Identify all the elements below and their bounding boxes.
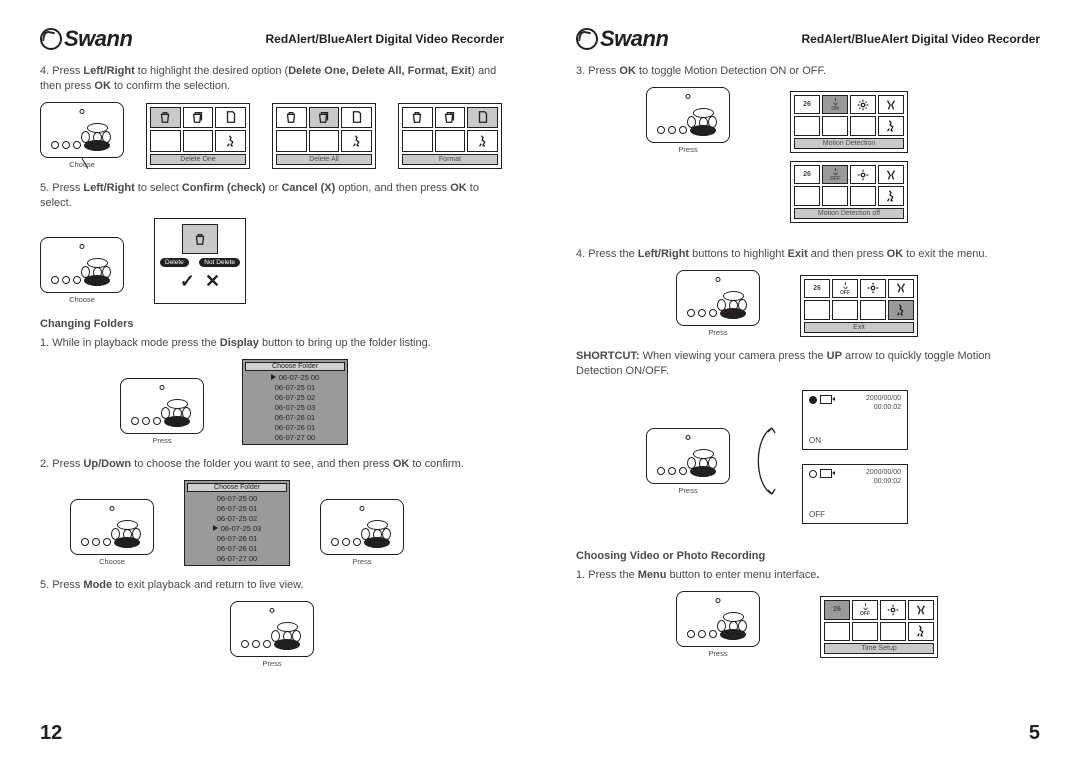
swann-swirl-icon [40,28,62,50]
r-shortcut: SHORTCUT: When viewing your camera press… [576,349,1040,379]
step-5-text: 5. Press Left/Right to select Confirm (c… [40,181,504,211]
menu-bar-label: Delete One [150,154,246,165]
menu-time-setup: 26 OFF Time Setup [820,596,938,658]
sd-card-icon [215,107,246,129]
remote-choose-2: Choose [40,237,124,304]
date-26-badge: 26 [794,95,820,115]
heading-choosing-recording: Choosing Video or Photo Recording [576,550,1040,562]
page-number-left: 12 [40,722,62,745]
figure-row-delete-menus: Choose Delete One Delete All Format [40,102,504,169]
menu-exit: 26 OFF Exit [800,275,918,337]
motion-on-icon: ON [822,95,848,115]
x-icon: ✕ [205,271,220,292]
exit-run-icon [878,116,904,136]
camera-icon [820,395,832,404]
menu-motion-off: 26 OFF Motion Detection off [790,161,908,223]
menu-format: Format [398,103,502,169]
remote-press-r3: Press [646,428,730,495]
cf-step2: 2. Press Up/Down to choose the folder yo… [40,457,504,472]
not-delete-pill: Not Delete [199,258,240,267]
trash-icon [182,224,218,254]
c-step1: 1. Press the Menu button to enter menu i… [576,568,1040,583]
remote-press-r1: Press [646,87,730,154]
cf-step1: 1. While in playback mode press the Disp… [40,336,504,351]
check-icon: ✓ [180,271,195,292]
remote-caption: Choose [40,160,124,169]
delete-pill: Delete [160,258,189,267]
document-title: RedAlert/BlueAlert Digital Video Recorde… [266,32,505,46]
exit-run-icon [215,130,246,152]
brand-text: Swann [64,26,132,52]
live-on-label: ON [809,436,821,445]
live-view-on: 2000/00/0000:00:02 ON [802,390,908,450]
folder-list-2: Choose Folder 06-07-25 00 06-07-25 01 06… [184,480,290,566]
remote-press-3: Press [230,601,314,668]
record-dot-off-icon [809,470,817,478]
live-off-label: OFF [809,510,825,519]
pointer-icon [271,374,276,380]
remote-press-2: Press [320,499,404,566]
menu-delete-all: Delete All [272,103,376,169]
step-4-text: 4. Press Left/Right to highlight the des… [40,64,504,94]
cf-step3: 5. Press Mode to exit playback and retur… [40,578,504,593]
remote-choose: Choose [40,102,124,169]
remote-press-r2: Press [676,270,760,337]
trash-one-icon [150,107,181,129]
brightness-icon [850,95,876,115]
page-header: Swann RedAlert/BlueAlert Digital Video R… [40,26,504,52]
tools-icon [878,95,904,115]
trash-all-icon [183,107,214,129]
toggle-arrow-icon [752,420,780,502]
menu-motion-on: 26 ON Motion Detection [790,91,908,153]
folder-list-1: Choose Folder 06-07-25 00 06-07-25 01 06… [242,359,348,445]
remote-press-1: Press [120,378,204,445]
exit-run-icon-sel [888,300,914,320]
remote-icon [40,102,124,158]
r-step3: 3. Press OK to toggle Motion Detection O… [576,64,1040,79]
brand-logo: Swann [40,26,132,52]
confirm-dialog: Delete Not Delete ✓ ✕ [154,218,246,304]
page-header-right: Swann RedAlert/BlueAlert Digital Video R… [576,26,1040,52]
remote-choose-3: Choose [70,499,154,566]
heading-changing-folders: Changing Folders [40,318,504,330]
record-dot-icon [809,396,817,404]
remote-press-r4: Press [676,591,760,658]
r-step4: 4. Press the Left/Right buttons to highl… [576,247,1040,262]
menu-delete-one: Delete One [146,103,250,169]
page-number-right: 5 [1029,722,1040,745]
live-view-off: 2000/00/0000:00:02 OFF [802,464,908,524]
